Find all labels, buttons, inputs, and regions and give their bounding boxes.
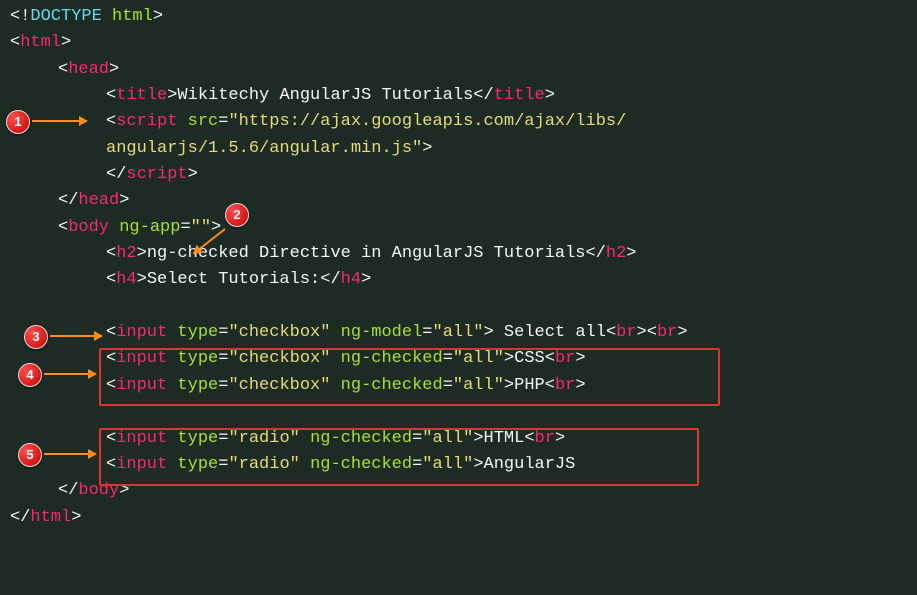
- code-line: </script>: [10, 162, 907, 188]
- callout-3: 3: [24, 325, 48, 349]
- code-line: <input type="checkbox" ng-model="all"> S…: [10, 320, 907, 346]
- arrow-icon: [50, 335, 102, 337]
- code-line: <body ng-app="">: [10, 215, 907, 241]
- callout-2: 2: [225, 203, 249, 227]
- code-line: <head>: [10, 57, 907, 83]
- highlight-box: [99, 348, 720, 406]
- code-line: </html>: [10, 505, 907, 531]
- callout-1: 1: [6, 110, 30, 134]
- arrow-icon: [32, 120, 87, 122]
- code-line: <html>: [10, 30, 907, 56]
- callout-4: 4: [18, 363, 42, 387]
- blank-line: [10, 294, 907, 320]
- code-line: <!DOCTYPE html>: [10, 4, 907, 30]
- callout-5: 5: [18, 443, 42, 467]
- highlight-box: [99, 428, 699, 486]
- arrow-icon: [44, 453, 96, 455]
- code-line: angularjs/1.5.6/angular.min.js">: [10, 136, 907, 162]
- code-line: </head>: [10, 188, 907, 214]
- arrow-icon: [44, 373, 96, 375]
- code-line: <h4>Select Tutorials:</h4>: [10, 267, 907, 293]
- code-line: <h2>ng-checked Directive in AngularJS Tu…: [10, 241, 907, 267]
- code-line: <title>Wikitechy AngularJS Tutorials</ti…: [10, 83, 907, 109]
- code-line: <script src="https://ajax.googleapis.com…: [10, 109, 907, 135]
